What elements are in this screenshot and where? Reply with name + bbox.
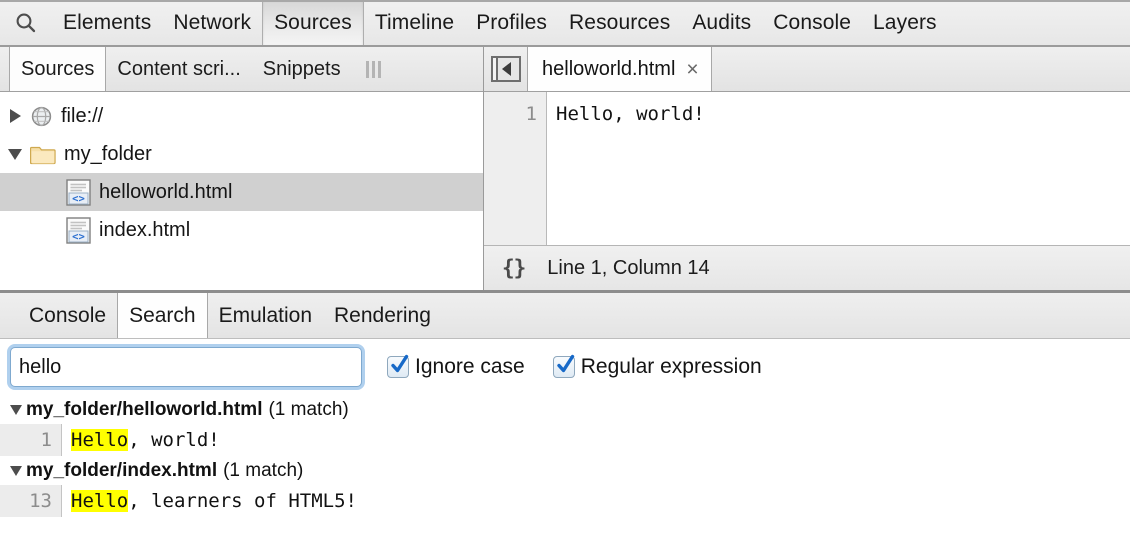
search-match-highlight: Hello bbox=[71, 429, 128, 451]
tree-item-label: index.html bbox=[99, 220, 190, 240]
search-result-line-number: 13 bbox=[0, 485, 62, 517]
drawer-tab-rendering[interactable]: Rendering bbox=[323, 293, 442, 338]
search-result-file-path: my_folder/index.html bbox=[26, 460, 217, 482]
tab-network[interactable]: Network bbox=[162, 8, 262, 38]
file-tree: file:// my_folder bbox=[0, 92, 483, 290]
search-result-match[interactable]: 13 Hello, learners of HTML5! bbox=[0, 485, 1130, 517]
pretty-print-button[interactable]: {} bbox=[502, 256, 525, 280]
regular-expression-option[interactable]: Regular expression bbox=[553, 355, 762, 379]
collapse-sidebar-icon[interactable] bbox=[491, 56, 521, 82]
editor-tab-label: helloworld.html bbox=[542, 58, 675, 81]
editor-tab-helloworld-html[interactable]: helloworld.html × bbox=[527, 47, 712, 91]
folder-icon bbox=[30, 143, 56, 165]
tab-profiles[interactable]: Profiles bbox=[465, 8, 558, 38]
code-line: Hello, world! bbox=[556, 99, 1130, 130]
sources-panel: Sources Content scri... Snippets bbox=[0, 47, 1130, 290]
nav-tab-snippets[interactable]: Snippets bbox=[252, 47, 352, 91]
tree-item-index-html[interactable]: <> index.html bbox=[0, 211, 483, 249]
search-results: my_folder/helloworld.html (1 match) 1 He… bbox=[0, 395, 1130, 551]
search-result-file-header[interactable]: my_folder/helloworld.html (1 match) bbox=[0, 395, 1130, 424]
code-editor[interactable]: 1 Hello, world! bbox=[484, 92, 1130, 245]
search-icon[interactable] bbox=[0, 11, 52, 35]
tab-timeline[interactable]: Timeline bbox=[364, 8, 465, 38]
checkbox-checked-icon[interactable] bbox=[553, 356, 575, 378]
search-match-suffix: , learners of HTML5! bbox=[128, 490, 357, 512]
chevron-right-icon[interactable] bbox=[0, 109, 30, 123]
drawer-tab-emulation[interactable]: Emulation bbox=[208, 293, 323, 338]
svg-text:<>: <> bbox=[72, 231, 85, 243]
tree-item-label: my_folder bbox=[64, 144, 152, 164]
ignore-case-option[interactable]: Ignore case bbox=[387, 355, 525, 379]
resize-grip-icon[interactable] bbox=[366, 61, 381, 78]
search-match-highlight: Hello bbox=[71, 490, 128, 512]
html-file-icon: <> bbox=[66, 179, 91, 206]
chevron-down-icon[interactable] bbox=[10, 405, 22, 415]
cursor-position-text: Line 1, Column 14 bbox=[547, 257, 709, 280]
close-icon[interactable]: × bbox=[686, 59, 698, 80]
editor-tabbar: helloworld.html × bbox=[484, 47, 1130, 92]
search-result-line-text: Hello, world! bbox=[62, 429, 220, 451]
tree-item-file-protocol[interactable]: file:// bbox=[0, 97, 483, 135]
drawer-tabbar: Console Search Emulation Rendering bbox=[0, 293, 1130, 339]
search-bar: Ignore case Regular expression bbox=[0, 339, 1130, 395]
search-input[interactable] bbox=[11, 348, 361, 386]
tab-layers[interactable]: Layers bbox=[862, 8, 948, 38]
search-input-wrapper[interactable] bbox=[11, 348, 361, 386]
search-result-match-count: (1 match) bbox=[268, 399, 348, 421]
tree-item-label: file:// bbox=[61, 106, 103, 126]
devtools-window: Elements Network Sources Timeline Profil… bbox=[0, 0, 1130, 551]
search-result-line-text: Hello, learners of HTML5! bbox=[62, 490, 357, 512]
code-content[interactable]: Hello, world! bbox=[547, 92, 1130, 245]
search-result-file-path: my_folder/helloworld.html bbox=[26, 399, 262, 421]
checkbox-checked-icon[interactable] bbox=[387, 356, 409, 378]
tab-elements[interactable]: Elements bbox=[52, 8, 162, 38]
search-result-file-header[interactable]: my_folder/index.html (1 match) bbox=[0, 456, 1130, 485]
drawer: Console Search Emulation Rendering Ignor… bbox=[0, 290, 1130, 551]
editor-status-bar: {} Line 1, Column 14 bbox=[484, 245, 1130, 290]
navigator-tabbar: Sources Content scri... Snippets bbox=[0, 47, 483, 92]
editor-pane: helloworld.html × 1 Hello, world! {} Lin… bbox=[484, 47, 1130, 290]
tab-console[interactable]: Console bbox=[762, 8, 862, 38]
ignore-case-label: Ignore case bbox=[415, 355, 525, 379]
nav-tab-content-scripts[interactable]: Content scri... bbox=[106, 47, 251, 91]
tab-audits[interactable]: Audits bbox=[681, 8, 762, 38]
chevron-down-icon[interactable] bbox=[0, 149, 30, 160]
main-toolbar: Elements Network Sources Timeline Profil… bbox=[0, 0, 1130, 47]
tab-resources[interactable]: Resources bbox=[558, 8, 681, 38]
globe-icon bbox=[30, 105, 53, 128]
search-result-match-count: (1 match) bbox=[223, 460, 303, 482]
drawer-tab-console[interactable]: Console bbox=[18, 293, 117, 338]
tree-item-label: helloworld.html bbox=[99, 182, 232, 202]
line-number: 1 bbox=[484, 99, 537, 130]
nav-tab-sources[interactable]: Sources bbox=[9, 47, 106, 91]
html-file-icon: <> bbox=[66, 217, 91, 244]
regular-expression-label: Regular expression bbox=[581, 355, 762, 379]
chevron-down-icon[interactable] bbox=[10, 466, 22, 476]
tab-sources[interactable]: Sources bbox=[262, 0, 364, 45]
tree-item-my-folder[interactable]: my_folder bbox=[0, 135, 483, 173]
drawer-tab-search[interactable]: Search bbox=[117, 293, 208, 338]
svg-text:<>: <> bbox=[72, 193, 85, 205]
search-result-line-number: 1 bbox=[0, 424, 62, 456]
search-match-suffix: , world! bbox=[128, 429, 220, 451]
line-number-gutter: 1 bbox=[484, 92, 547, 245]
search-result-match[interactable]: 1 Hello, world! bbox=[0, 424, 1130, 456]
tree-item-helloworld-html[interactable]: <> helloworld.html bbox=[0, 173, 483, 211]
navigator-pane: Sources Content scri... Snippets bbox=[0, 47, 484, 290]
